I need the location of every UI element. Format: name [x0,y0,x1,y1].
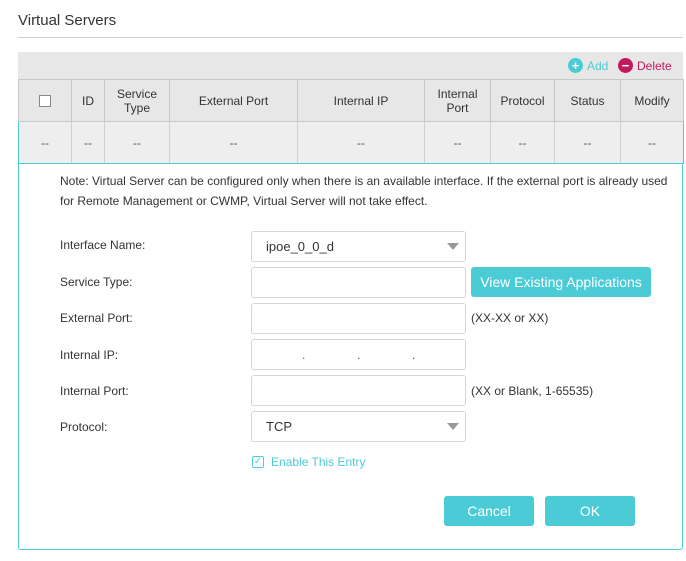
view-existing-applications-button[interactable]: View Existing Applications [471,267,651,297]
protocol-select[interactable]: TCP [251,411,466,442]
table-cell: -- [424,121,491,164]
title-divider [18,37,683,38]
internal-port-label: Internal Port: [60,384,129,398]
interface-name-select[interactable]: ipoe_0_0_d [251,231,466,262]
internal-ip-input[interactable]: . . . [251,339,466,370]
table-header-row: ID Service Type External Port Internal I… [18,79,684,122]
virtual-servers-table: ID Service Type External Port Internal I… [18,79,684,164]
table-toolbar: + Add − Delete [18,52,683,79]
ip-separator: . [302,348,306,362]
table-cell: -- [18,121,72,164]
ip-separator: . [357,348,361,362]
column-header: Status [554,79,621,122]
plus-circle-icon: + [568,58,583,73]
add-label: Add [587,58,609,73]
column-header: ID [71,79,105,122]
table-cell: -- [490,121,555,164]
enable-entry-label: Enable This Entry [271,455,366,469]
note-text: Note: Virtual Server can be configured o… [60,174,668,208]
interface-name-value: ipoe_0_0_d [266,239,334,254]
minus-circle-icon: − [618,58,633,73]
ip-separator: . [412,348,416,362]
delete-label: Delete [637,58,672,73]
page-title: Virtual Servers [18,12,117,29]
table-cell: -- [169,121,298,164]
external-port-hint: (XX-XX or XX) [471,311,549,325]
protocol-value: TCP [266,419,292,434]
column-header: Internal IP [297,79,425,122]
enable-entry-checkbox[interactable]: ✓ Enable This Entry [252,455,366,469]
column-header: Internal Port [424,79,491,122]
column-header: External Port [169,79,298,122]
delete-button[interactable]: − Delete [618,52,672,79]
checkmark-icon: ✓ [252,456,264,468]
column-header: Modify [620,79,684,122]
table-cell: -- [297,121,425,164]
internal-port-hint: (XX or Blank, 1-65535) [471,384,594,398]
table-cell: -- [620,121,684,164]
chevron-down-icon [447,243,459,250]
column-header: Service Type [104,79,170,122]
external-port-label: External Port: [60,311,133,325]
interface-name-label: Interface Name: [60,238,146,252]
chevron-down-icon [447,423,459,430]
table-cell: -- [104,121,170,164]
table-cell: -- [71,121,105,164]
internal-ip-label: Internal IP: [60,348,119,362]
service-type-label: Service Type: [60,275,133,289]
select-all-header[interactable] [18,79,72,122]
ok-button[interactable]: OK [545,496,635,526]
table-row: -- -- -- -- -- -- -- -- -- [18,121,684,164]
protocol-label: Protocol: [60,420,108,434]
service-type-input[interactable] [251,267,466,298]
select-all-checkbox[interactable] [39,95,51,108]
internal-port-input[interactable] [251,375,466,406]
column-header: Protocol [490,79,555,122]
table-cell: -- [554,121,621,164]
cancel-button[interactable]: Cancel [444,496,534,526]
add-button[interactable]: + Add [568,52,608,79]
external-port-input[interactable] [251,303,466,334]
